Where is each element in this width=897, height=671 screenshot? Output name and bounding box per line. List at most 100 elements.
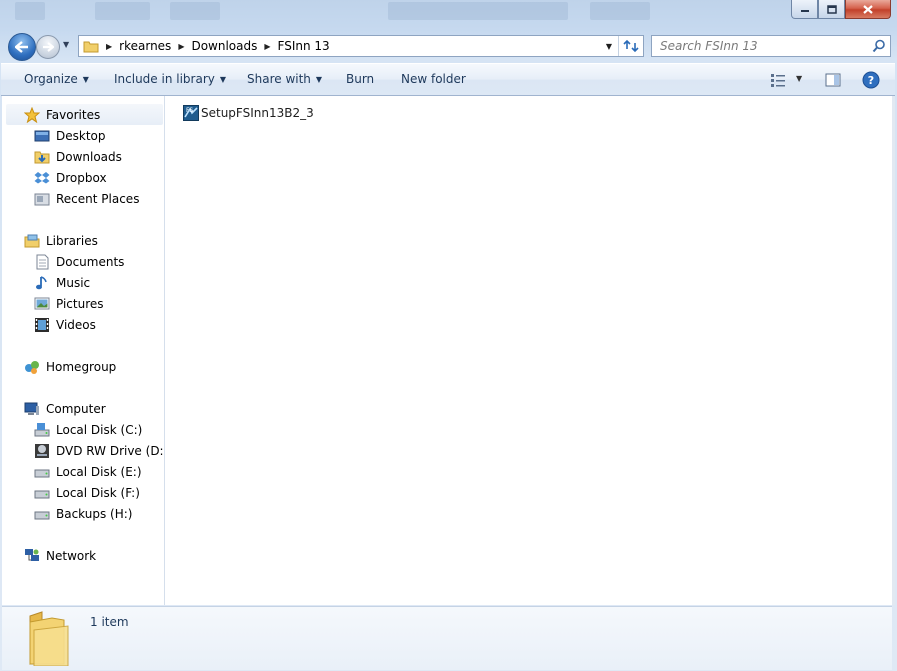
downloads-folder-icon [34, 151, 50, 164]
nav-item-dropbox[interactable]: Dropbox [34, 168, 107, 188]
search-box[interactable] [651, 35, 891, 57]
close-button[interactable] [845, 0, 891, 19]
nav-computer[interactable]: Computer [24, 399, 106, 419]
nav-item-dvd-drive[interactable]: DVD RW Drive (D:) G [34, 441, 164, 461]
maximize-button[interactable] [818, 0, 845, 19]
chevron-down-icon: ▼ [315, 75, 323, 84]
network-icon [25, 549, 39, 561]
back-arrow-icon [15, 41, 28, 53]
breadcrumb-rkearnes[interactable]: rkearnes [119, 36, 171, 56]
forward-button[interactable] [36, 35, 60, 59]
nav-item-desktop[interactable]: Desktop [34, 126, 106, 146]
address-dropdown-icon[interactable]: ▼ [602, 36, 616, 56]
homegroup-icon [25, 361, 39, 374]
view-details-icon [771, 74, 785, 87]
nav-item-label: Videos [56, 318, 96, 332]
minimize-button[interactable] [791, 0, 818, 19]
breadcrumb-separator-icon[interactable]: ▶ [264, 42, 270, 51]
chevron-down-icon: ▼ [82, 75, 89, 84]
nav-network[interactable]: Network [24, 546, 96, 566]
nav-favorites[interactable]: Favorites [24, 105, 100, 125]
forward-arrow-icon [43, 42, 54, 52]
dvd-drive-icon [35, 444, 49, 458]
refresh-icon [623, 39, 639, 53]
nav-item-label: Desktop [56, 129, 106, 143]
nav-item-videos[interactable]: Videos [34, 315, 96, 335]
installer-icon: FS [183, 105, 199, 121]
star-icon [24, 107, 40, 123]
minimize-icon [800, 10, 809, 12]
nav-network-label: Network [46, 549, 97, 563]
change-view-button[interactable] [770, 73, 786, 90]
nav-item-music[interactable]: Music [34, 273, 90, 293]
nav-libraries[interactable]: Libraries [24, 231, 98, 251]
nav-item-label: Documents [56, 255, 125, 269]
include-in-library-button[interactable]: Include in library ▼ [114, 72, 226, 86]
preview-pane-icon [825, 73, 841, 87]
organize-label: Organize [24, 72, 78, 86]
nav-item-local-disk-c[interactable]: Local Disk (C:) [34, 420, 142, 440]
view-options-dropdown-icon[interactable]: ▼ [796, 74, 802, 83]
file-list-pane[interactable]: FS SetupFSInn13B2_3 [165, 96, 892, 605]
search-input[interactable] [658, 38, 872, 54]
refresh-button[interactable] [618, 36, 643, 56]
nav-item-pictures[interactable]: Pictures [34, 294, 104, 314]
nav-homegroup-label: Homegroup [46, 360, 117, 374]
nav-item-recent-places[interactable]: Recent Places [34, 189, 139, 209]
back-button[interactable] [8, 33, 36, 61]
nav-item-label: Local Disk (E:) [56, 465, 142, 479]
breadcrumb-downloads[interactable]: Downloads [191, 36, 257, 56]
nav-favorites-label: Favorites [46, 108, 101, 122]
organize-button[interactable]: Organize ▼ [24, 72, 89, 86]
burn-button[interactable]: Burn [346, 72, 374, 86]
desktop-icon [34, 130, 50, 142]
search-icon[interactable] [872, 39, 886, 53]
file-name: SetupFSInn13B2_3 [201, 106, 314, 120]
file-item[interactable]: FS SetupFSInn13B2_3 [183, 104, 314, 122]
help-icon: ? [862, 71, 880, 89]
nav-libraries-label: Libraries [46, 234, 98, 248]
nav-item-label: DVD RW Drive (D:) G [56, 444, 164, 458]
nav-item-label: Music [56, 276, 91, 290]
nav-item-backups-h[interactable]: Backups (H:) [34, 504, 132, 524]
nav-computer-label: Computer [46, 402, 106, 416]
nav-item-local-disk-f[interactable]: Local Disk (F:) [34, 483, 140, 503]
nav-homegroup[interactable]: Homegroup [24, 357, 116, 377]
title-bar[interactable] [0, 0, 897, 30]
command-bar: Organize ▼ Include in library ▼ Share with… [1, 63, 895, 96]
breadcrumb-separator-icon[interactable]: ▶ [178, 42, 184, 51]
background-ghost [95, 2, 150, 20]
nav-item-documents[interactable]: Documents [34, 252, 124, 272]
system-drive-icon [34, 423, 50, 437]
nav-item-local-disk-e[interactable]: Local Disk (E:) [34, 462, 142, 482]
right-border [892, 96, 895, 605]
window-controls [791, 0, 891, 20]
navigation-pane: Favorites Desktop Downloads Dropbox Rece… [2, 96, 165, 605]
music-icon [36, 276, 47, 290]
details-pane: 1 item [2, 606, 892, 670]
svg-text:FS: FS [186, 107, 193, 114]
address-bar[interactable]: ▶ rkearnes ▶ Downloads ▶ FSInn 13 ▼ [78, 35, 644, 57]
item-count: 1 item [90, 615, 129, 629]
nav-item-label: Dropbox [56, 171, 107, 185]
explorer-window: ▼ ▶ rkearnes ▶ Downloads ▶ FSInn 13 ▼ Or… [0, 0, 897, 671]
recent-pages-dropdown[interactable]: ▼ [63, 40, 73, 52]
breadcrumb-separator-icon[interactable]: ▶ [106, 42, 112, 51]
include-in-library-label: Include in library [114, 72, 215, 86]
dropbox-icon [34, 172, 50, 184]
help-button[interactable]: ? [862, 71, 880, 92]
new-folder-button[interactable]: New folder [401, 72, 466, 86]
hard-drive-icon [34, 490, 50, 499]
background-ghost [388, 2, 568, 20]
recent-places-icon [34, 193, 50, 206]
preview-pane-button[interactable] [825, 73, 841, 90]
nav-item-label: Pictures [56, 297, 104, 311]
folder-icon [83, 41, 99, 53]
breadcrumb-fsinn-13[interactable]: FSInn 13 [278, 36, 330, 56]
documents-icon [36, 254, 49, 270]
maximize-icon [826, 4, 837, 14]
svg-text:?: ? [868, 74, 874, 87]
share-with-button[interactable]: Share with ▼ [247, 72, 322, 86]
close-icon [863, 4, 873, 14]
nav-item-downloads[interactable]: Downloads [34, 147, 122, 167]
